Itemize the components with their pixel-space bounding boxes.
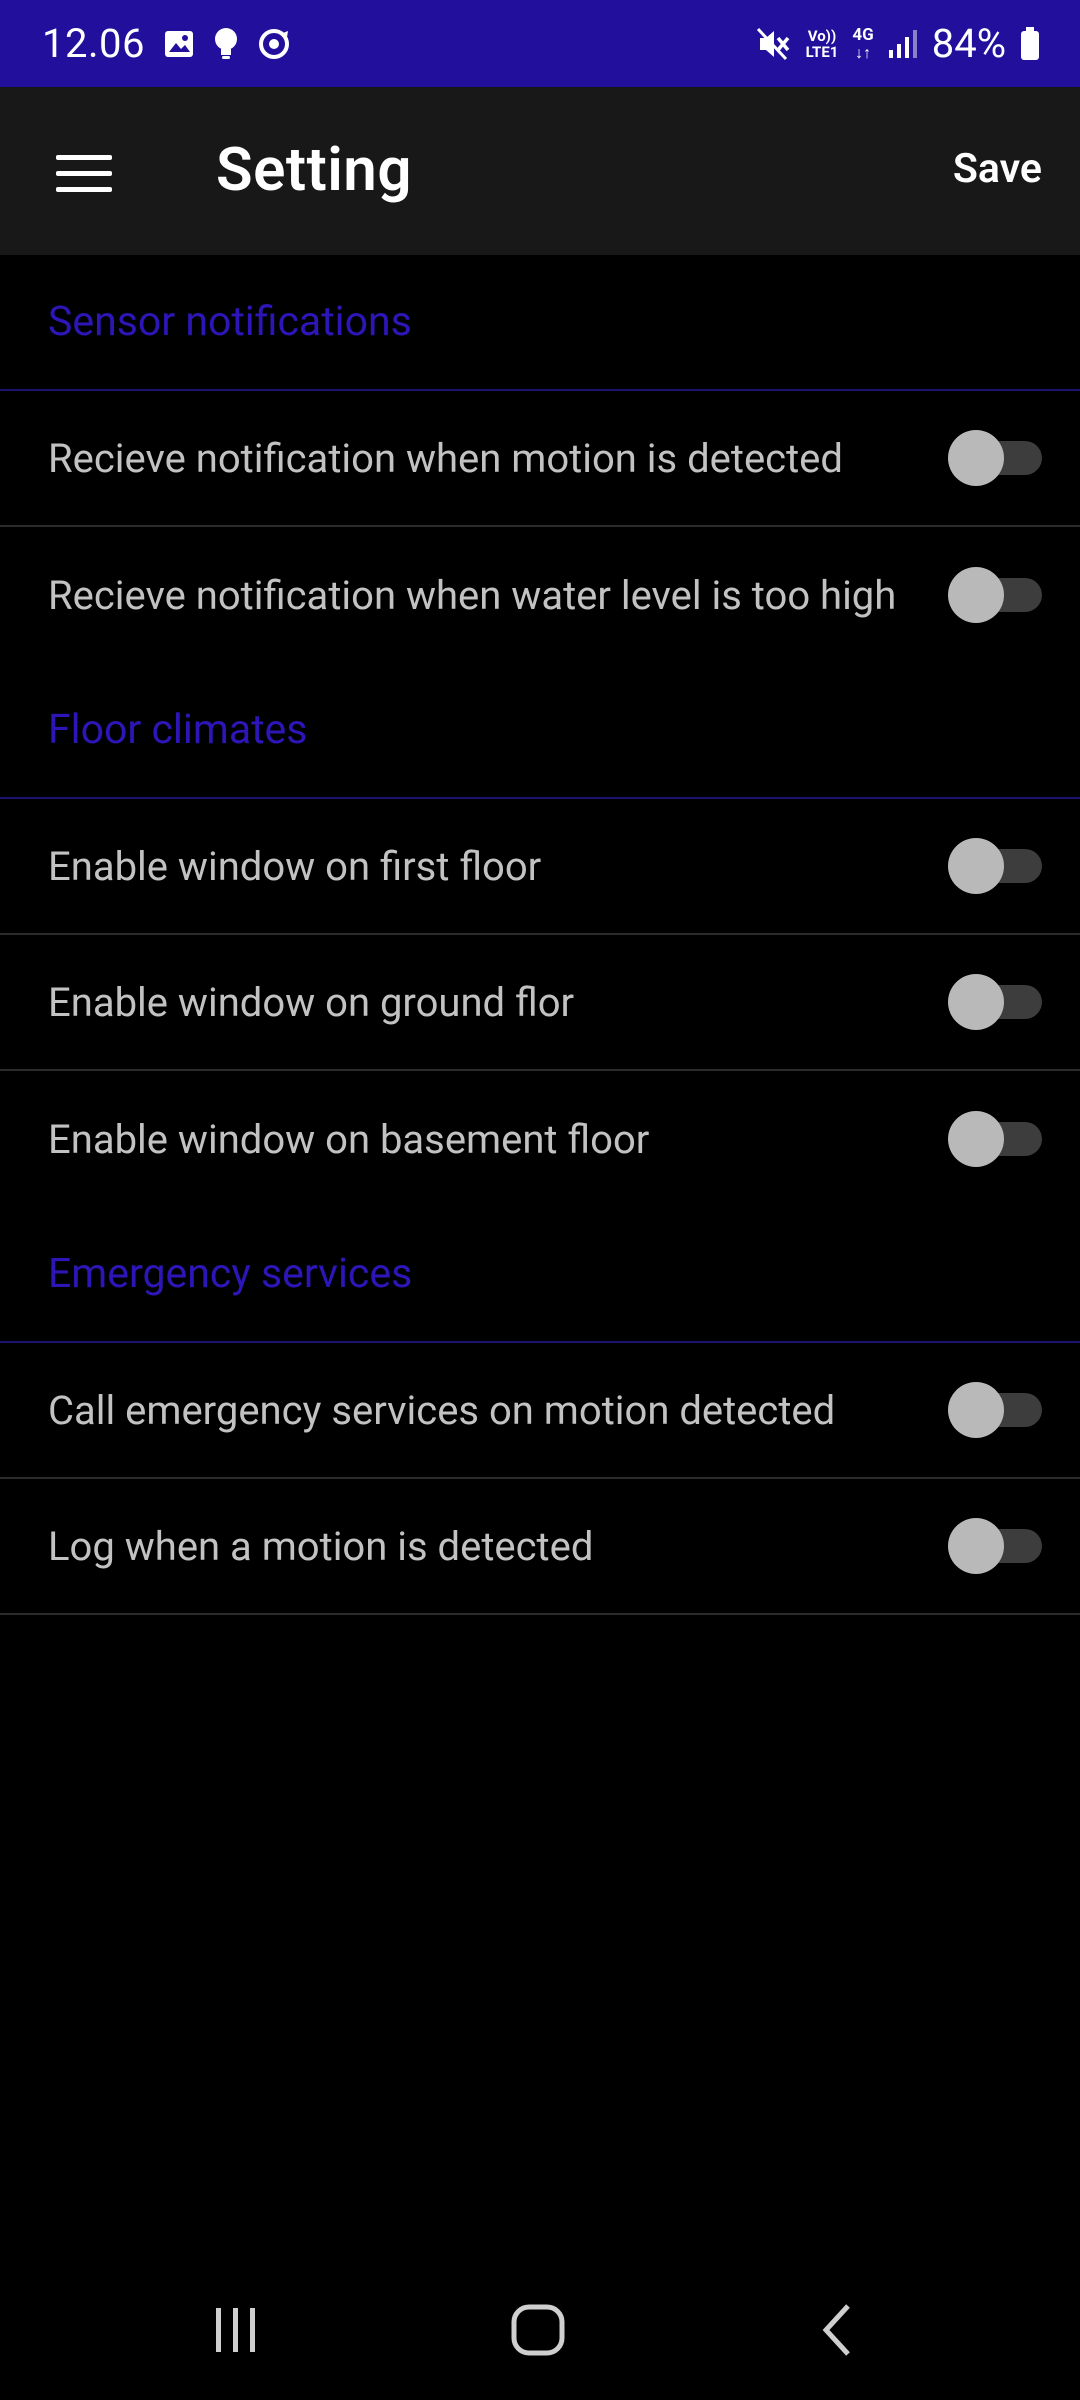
section-header-emergency-services: Emergency services [0, 1207, 1080, 1343]
gallery-icon [163, 28, 195, 60]
setting-label: Recieve notification when water level is… [48, 571, 897, 619]
page-title: Setting [216, 134, 412, 205]
setting-row-basement-floor-window[interactable]: Enable window on basement floor [0, 1071, 1080, 1207]
volte-label-top: Vo)) [807, 26, 837, 45]
mute-icon [756, 27, 792, 61]
ground-floor-window-toggle[interactable] [948, 974, 1044, 1030]
toggle-thumb [948, 1111, 1004, 1167]
basement-floor-window-toggle[interactable] [948, 1111, 1044, 1167]
hamburger-menu-icon[interactable] [36, 137, 132, 209]
battery-icon [1020, 26, 1040, 61]
setting-label: Enable window on ground flor [48, 978, 575, 1026]
bulb-icon [213, 27, 239, 61]
setting-row-call-emergency[interactable]: Call emergency services on motion detect… [0, 1343, 1080, 1479]
menu-line [56, 186, 112, 192]
data-arrows-icon: ↓↑ [855, 42, 872, 62]
network-label: 4G [852, 24, 874, 45]
volte-label-bottom: LTE1 [805, 42, 839, 61]
toggle-thumb [948, 838, 1004, 894]
toggle-thumb [948, 430, 1004, 486]
setting-label: Enable window on first floor [48, 842, 542, 890]
setting-label: Recieve notification when motion is dete… [48, 434, 843, 482]
setting-row-first-floor-window[interactable]: Enable window on first floor [0, 799, 1080, 935]
setting-row-ground-floor-window[interactable]: Enable window on ground flor [0, 935, 1080, 1071]
status-bar: 12.06 Vo)) LTE1 4G ↓↑ 84% [0, 0, 1080, 87]
back-icon[interactable] [780, 2290, 900, 2370]
motion-notification-toggle[interactable] [948, 430, 1044, 486]
recents-icon[interactable] [176, 2290, 296, 2370]
water-level-notification-toggle[interactable] [948, 567, 1044, 623]
section-header-floor-climates: Floor climates [0, 663, 1080, 799]
toggle-thumb [948, 974, 1004, 1030]
setting-row-log-motion[interactable]: Log when a motion is detected [0, 1479, 1080, 1615]
toggle-thumb [948, 567, 1004, 623]
setting-row-water-level-notification[interactable]: Recieve notification when water level is… [0, 527, 1080, 663]
volte-icon: Vo)) LTE1 [806, 28, 839, 60]
menu-line [56, 170, 112, 176]
menu-line [56, 154, 112, 160]
log-motion-toggle[interactable] [948, 1518, 1044, 1574]
setting-row-motion-notification[interactable]: Recieve notification when motion is dete… [0, 391, 1080, 527]
app-bar: Setting Save [0, 87, 1080, 255]
battery-percent: 84% [931, 20, 1006, 67]
setting-label: Log when a motion is detected [48, 1522, 594, 1570]
section-header-sensor-notifications: Sensor notifications [0, 255, 1080, 391]
system-nav-bar [0, 2250, 1080, 2400]
status-left: 12.06 [42, 20, 291, 67]
signal-icon [888, 28, 918, 60]
call-emergency-toggle[interactable] [948, 1382, 1044, 1438]
settings-list: Sensor notifications Recieve notificatio… [0, 255, 1080, 1615]
sync-icon [257, 27, 291, 61]
save-button[interactable]: Save [953, 145, 1042, 193]
setting-label: Call emergency services on motion detect… [48, 1386, 836, 1434]
4g-icon: 4G ↓↑ [852, 24, 874, 62]
home-icon[interactable] [478, 2290, 598, 2370]
first-floor-window-toggle[interactable] [948, 838, 1044, 894]
toggle-thumb [948, 1518, 1004, 1574]
status-right: Vo)) LTE1 4G ↓↑ 84% [756, 20, 1040, 67]
toggle-thumb [948, 1382, 1004, 1438]
setting-label: Enable window on basement floor [48, 1115, 650, 1163]
status-time: 12.06 [42, 20, 145, 67]
